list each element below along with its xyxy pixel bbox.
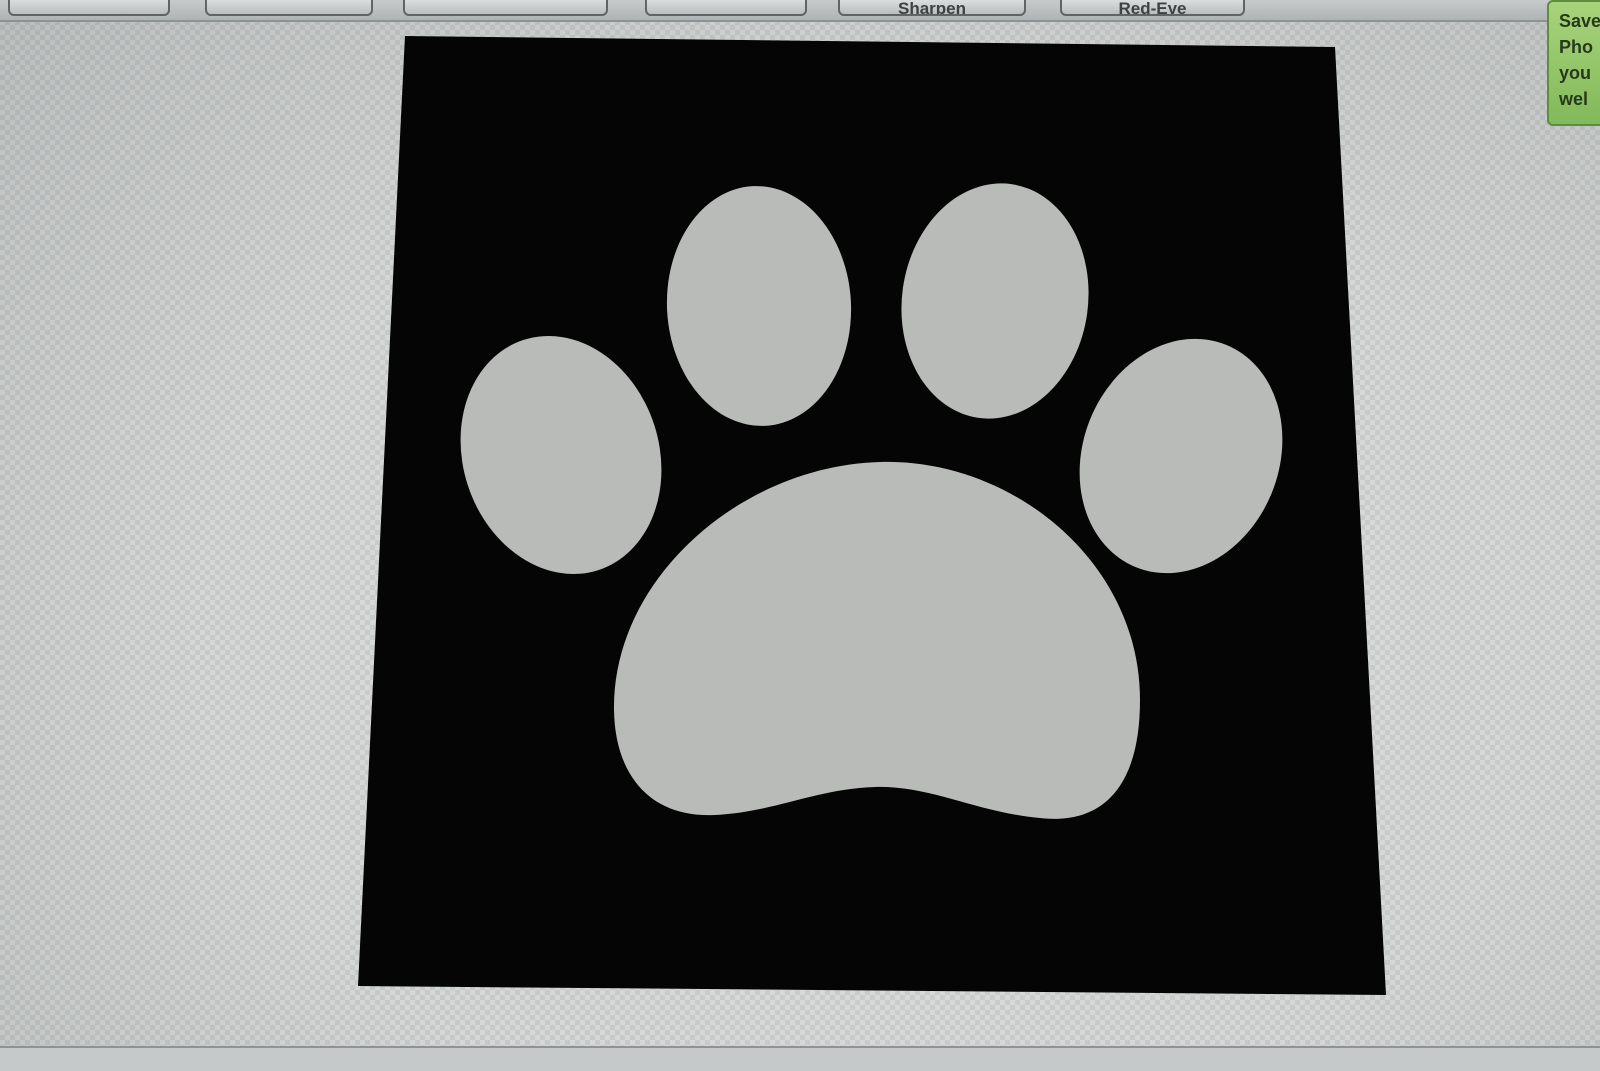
status-bar <box>0 1046 1600 1071</box>
photo-canvas[interactable] <box>0 0 1600 1071</box>
